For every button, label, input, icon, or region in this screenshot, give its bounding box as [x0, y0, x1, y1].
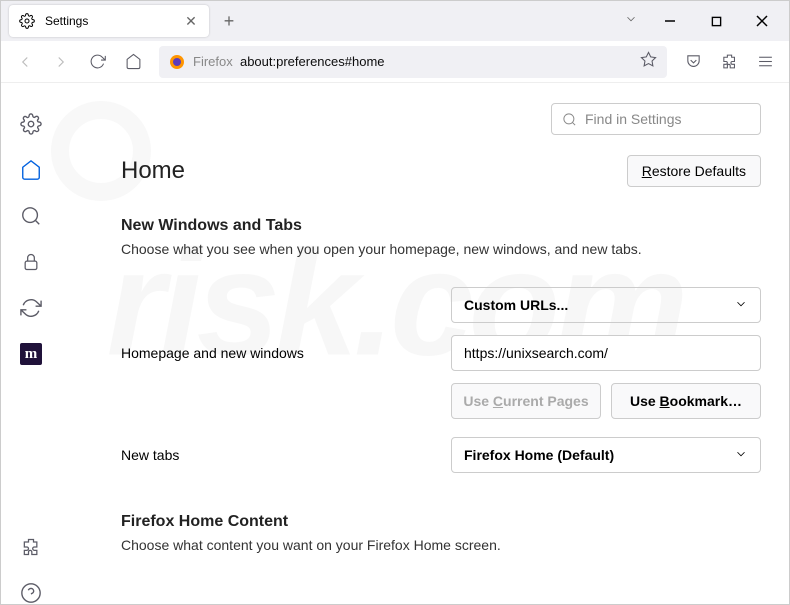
restore-defaults-button[interactable]: Restore Defaults: [627, 155, 761, 187]
sidebar-general-icon[interactable]: [20, 113, 42, 135]
firefox-logo-icon: [169, 54, 185, 70]
sidebar-sync-icon[interactable]: [20, 297, 42, 319]
forward-button[interactable]: [45, 46, 77, 78]
sidebar: m: [1, 83, 61, 604]
sidebar-home-icon[interactable]: [20, 159, 42, 181]
use-current-pages-button[interactable]: Use Current Pages: [451, 383, 601, 419]
url-bar: Firefox about:preferences#home: [1, 41, 789, 83]
use-bookmark-button[interactable]: Use Bookmark…: [611, 383, 761, 419]
main-panel: Find in Settings Home Restore Defaults N…: [61, 83, 789, 604]
homepage-label: Homepage and new windows: [121, 345, 451, 361]
section-home-content-title: Firefox Home Content: [121, 513, 761, 531]
back-button[interactable]: [9, 46, 41, 78]
menu-button[interactable]: [749, 46, 781, 78]
homepage-url-input[interactable]: [451, 335, 761, 371]
home-button[interactable]: [117, 46, 149, 78]
dropdown-value: Custom URLs...: [464, 297, 568, 313]
sidebar-privacy-icon[interactable]: [20, 251, 42, 273]
sidebar-extension-m-icon[interactable]: m: [20, 343, 42, 365]
search-icon: [562, 112, 577, 127]
pocket-button[interactable]: [677, 46, 709, 78]
dropdown-value: Firefox Home (Default): [464, 447, 614, 463]
chevron-down-icon: [734, 297, 748, 314]
sidebar-addons-icon[interactable]: [20, 536, 42, 558]
sidebar-help-icon[interactable]: [20, 582, 42, 604]
address-bar[interactable]: Firefox about:preferences#home: [159, 46, 667, 78]
close-tab-icon[interactable]: ✕: [183, 13, 199, 29]
section-new-windows-desc: Choose what you see when you open your h…: [121, 241, 761, 257]
newtabs-dropdown[interactable]: Firefox Home (Default): [451, 437, 761, 473]
section-home-content-desc: Choose what content you want on your Fir…: [121, 537, 761, 553]
sidebar-search-icon[interactable]: [20, 205, 42, 227]
tabs-dropdown-icon[interactable]: [615, 12, 647, 31]
tab-title: Settings: [45, 14, 173, 28]
active-tab[interactable]: Settings ✕: [9, 5, 209, 37]
extensions-button[interactable]: [713, 46, 745, 78]
new-tab-button[interactable]: +: [215, 7, 243, 35]
tab-bar: Settings ✕ +: [1, 1, 789, 41]
newtabs-label: New tabs: [121, 447, 451, 463]
minimize-button[interactable]: [647, 1, 693, 41]
maximize-button[interactable]: [693, 1, 739, 41]
reload-button[interactable]: [81, 46, 113, 78]
bookmark-star-icon[interactable]: [640, 51, 657, 73]
url-text: Firefox about:preferences#home: [193, 54, 385, 69]
section-new-windows-title: New Windows and Tabs: [121, 217, 761, 235]
find-settings-input[interactable]: Find in Settings: [551, 103, 761, 135]
gear-icon: [19, 13, 35, 29]
search-placeholder: Find in Settings: [585, 111, 682, 127]
page-heading: Home: [121, 157, 185, 185]
chevron-down-icon: [734, 447, 748, 464]
close-window-button[interactable]: [739, 1, 785, 41]
homepage-mode-dropdown[interactable]: Custom URLs...: [451, 287, 761, 323]
